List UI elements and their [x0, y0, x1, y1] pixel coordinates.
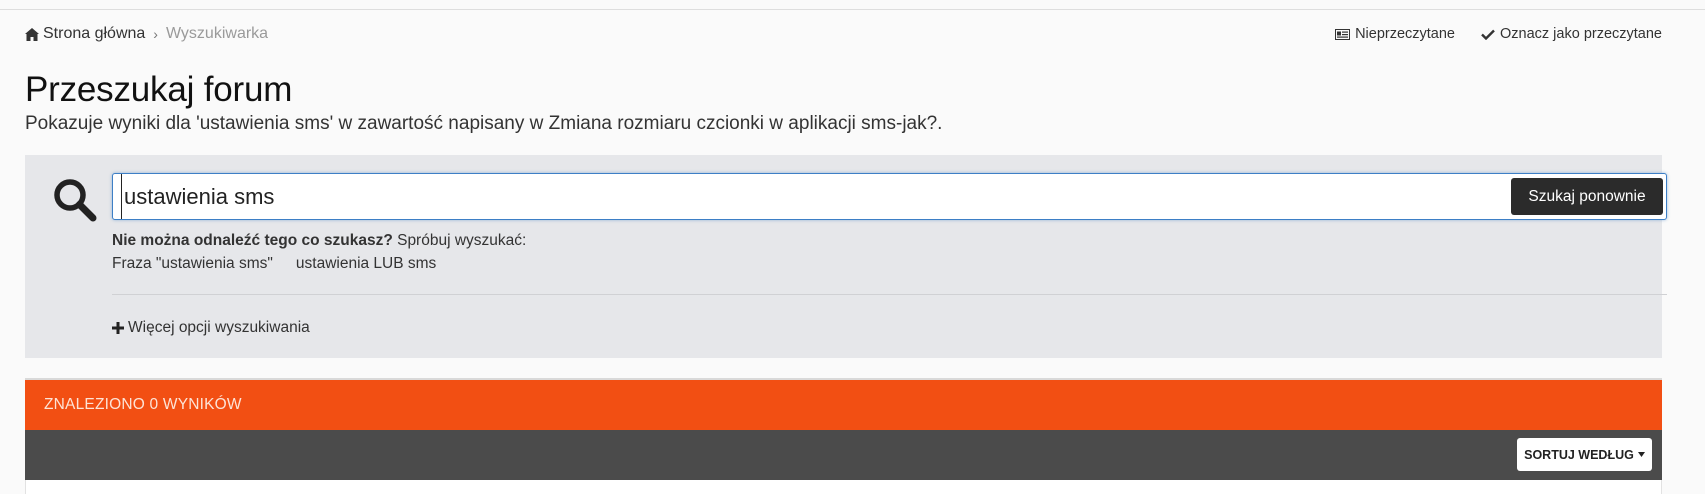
breadcrumb: Strona główna › Wyszukiwarka	[25, 24, 268, 44]
caret-down-icon	[1637, 452, 1645, 457]
mark-read-link[interactable]: Oznacz jako przeczytane	[1481, 26, 1662, 42]
not-found-message: Nie można odnaleźć tego co szukasz? Spró…	[112, 232, 526, 250]
more-options-toggle[interactable]: Więcej opcji wyszukiwania	[112, 319, 310, 337]
top-actions: Nieprzeczytane Oznacz jako przeczytane	[1335, 24, 1662, 44]
newspaper-icon	[1335, 28, 1351, 40]
sort-label: SORTUJ WEDŁUG	[1524, 447, 1634, 462]
search-again-button[interactable]: Szukaj ponownie	[1511, 178, 1663, 215]
plus-icon	[112, 322, 124, 334]
search-panel: Szukaj ponownie Nie można odnaleźć tego …	[25, 155, 1667, 358]
more-options-label: Więcej opcji wyszukiwania	[128, 319, 310, 336]
mark-read-label: Oznacz jako przeczytane	[1500, 26, 1662, 42]
sort-bar: SORTUJ WEDŁUG	[25, 430, 1662, 480]
search-input[interactable]	[121, 174, 1371, 219]
suggestion-or[interactable]: ustawienia LUB sms	[296, 255, 436, 273]
search-icon	[54, 179, 97, 222]
panel-divider	[112, 294, 1667, 295]
page-title: Przeszukaj forum	[25, 70, 293, 109]
page-subtitle: Pokazuje wyniki dla 'ustawienia sms' w z…	[25, 113, 943, 134]
breadcrumb-home-link[interactable]: Strona główna	[43, 25, 145, 43]
search-suggestions: Fraza "ustawienia sms" ustawienia LUB sm…	[112, 255, 436, 273]
not-found-hint: Spróbuj wyszukać:	[392, 232, 527, 249]
unread-label: Nieprzeczytane	[1355, 26, 1455, 42]
sort-button[interactable]: SORTUJ WEDŁUG	[1517, 438, 1652, 471]
breadcrumb-separator: ›	[153, 26, 158, 42]
unread-link[interactable]: Nieprzeczytane	[1335, 26, 1455, 42]
breadcrumb-current[interactable]: Wyszukiwarka	[166, 25, 268, 43]
home-icon	[25, 27, 39, 41]
not-found-heading: Nie można odnaleźć tego co szukasz?	[112, 232, 393, 249]
suggestion-phrase[interactable]: Fraza "ustawienia sms"	[112, 255, 273, 273]
results-header: ZNALEZIONO 0 WYNIKÓW	[25, 378, 1662, 430]
results-count: ZNALEZIONO 0 WYNIKÓW	[44, 396, 242, 413]
check-icon	[1481, 29, 1495, 40]
search-box: Szukaj ponownie	[112, 173, 1667, 220]
results-body	[25, 480, 1662, 494]
top-divider	[0, 9, 1705, 10]
